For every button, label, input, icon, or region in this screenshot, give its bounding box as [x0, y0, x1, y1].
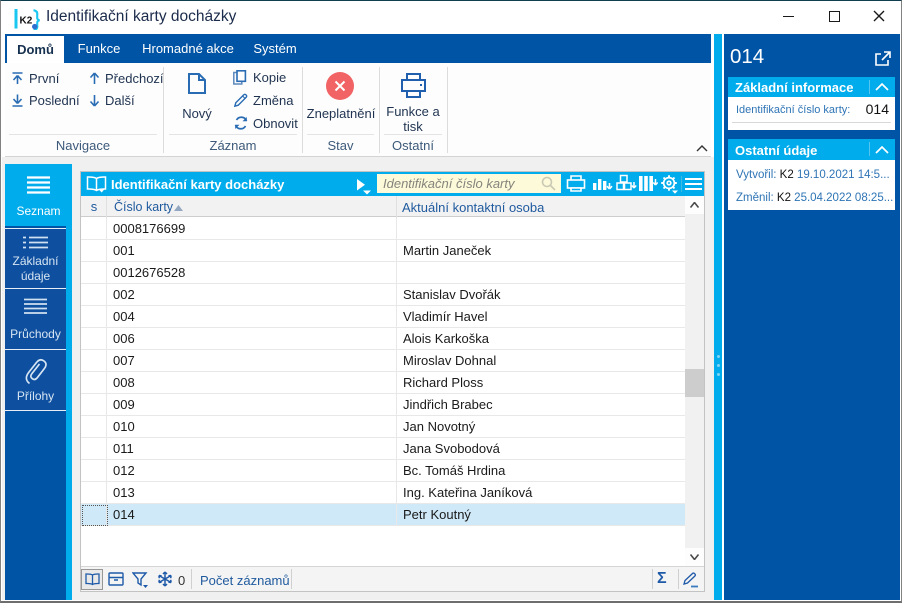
svg-text:K2: K2: [20, 16, 33, 27]
